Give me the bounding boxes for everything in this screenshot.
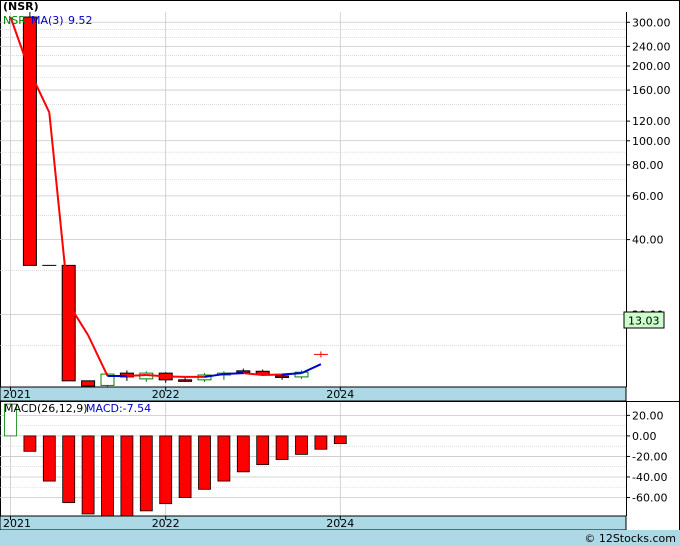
price-candle-body [178,379,193,382]
price-y-tick-label: 100.00 [632,135,671,148]
macd-bar [236,435,250,473]
chart-title: (NSR) [3,0,39,13]
price-candle-body [22,16,37,266]
price-candle-body [81,380,96,387]
price-y-tick-label: 240.00 [632,40,671,53]
price-x-tick-label: 2024 [326,388,354,401]
moving-average-segment [126,374,147,377]
macd-bar [101,435,114,517]
macd-bar [81,435,95,515]
macd-y-tick-label: 20.00 [632,409,664,422]
price-y-tick-label: 200.00 [632,60,671,73]
macd-x-tick-label: 2022 [152,517,180,530]
legend-ma-value: 9.52 [68,14,93,27]
macd-bar [42,435,56,482]
price-candle-body [61,264,76,382]
price-candle-body [236,370,251,373]
price-x-tick-label: 2022 [152,388,180,401]
stock-chart: 300.00 240.00 200.00 160.00 120.00 100.00 80.0… [0,0,680,546]
price-y-tick-label: 300.00 [632,16,671,29]
macd-x-axis-band [0,515,627,531]
macd-bar [295,435,308,455]
moving-average-segment [282,372,302,376]
macd-bar [159,435,173,505]
macd-y-tick-label: -40.00 [632,471,667,484]
macd-bar [198,435,211,490]
macd-bar [217,435,231,482]
copyright-text: © 12Stocks.com [584,532,676,545]
macd-bar [23,435,37,452]
price-x-tick-label: 2021 [3,388,31,401]
macd-value-label: MACD:-7.54 [86,402,151,415]
price-candle-body [275,375,290,378]
macd-x-tick-label: 2024 [326,517,354,530]
macd-y-tick-label: -20.00 [632,450,667,463]
macd-y-tick-label: 0.00 [632,430,657,443]
macd-y-tick-label: -60.00 [632,492,667,505]
macd-bar [275,435,289,460]
moving-average-segment [146,374,166,378]
macd-x-tick-label: 2021 [3,517,31,530]
price-y-tick-label: 40.00 [632,234,664,247]
last-price-box: 13.03 [623,311,665,329]
macd-label: MACD(26,12,9) [4,402,88,415]
macd-bar [178,435,192,498]
legend-symbol: NSR [3,14,26,27]
macd-bar [314,435,328,450]
price-y-tick-label: 120.00 [632,115,671,128]
price-y-tick-label: 80.00 [632,159,664,172]
macd-bar [256,435,270,466]
macd-bar [333,435,347,445]
price-x-axis-band [0,386,627,402]
price-y-tick-label: 160.00 [632,84,671,97]
footer-band [0,530,680,546]
last-price-label: 13.03 [628,315,660,328]
macd-bar [62,435,76,504]
macd-bar [139,435,153,512]
macd-bar [120,435,134,517]
price-y-tick-label: 60.00 [632,190,664,203]
legend-ma-label: MA(3) [31,14,64,27]
moving-average-segment [223,372,244,376]
